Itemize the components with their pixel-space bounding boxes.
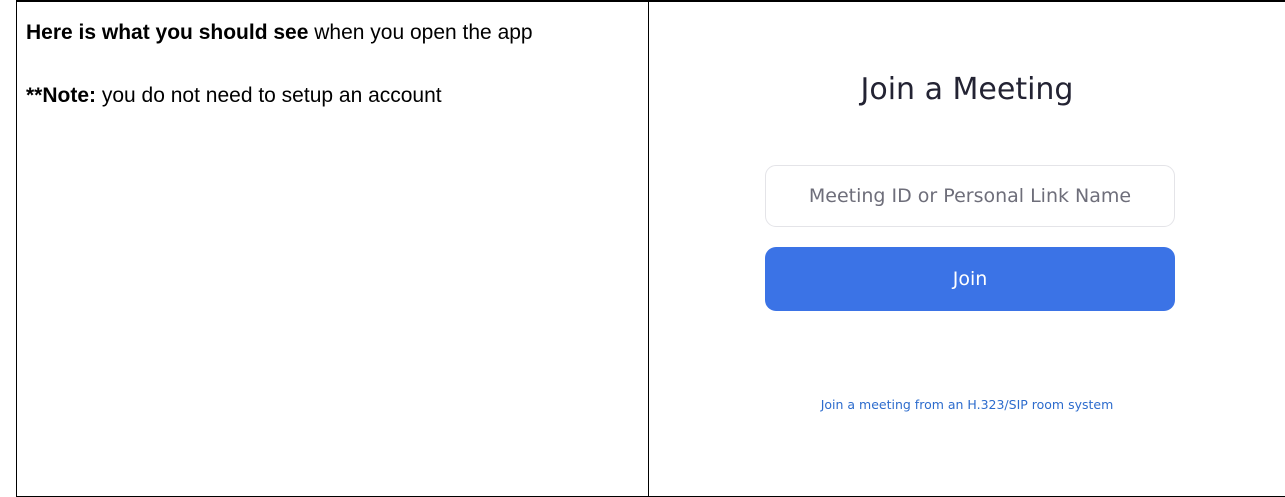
note-prefix: **: [26, 84, 43, 107]
note-paragraph: **Note: you do not need to setup an acco…: [26, 79, 640, 112]
intro-paragraph: Here is what you should see when you ope…: [26, 16, 640, 49]
sip-room-system-link[interactable]: Join a meeting from an H.323/SIP room sy…: [649, 397, 1285, 412]
app-screenshot-cell: Join a Meeting Join Join a meeting from …: [649, 2, 1285, 496]
document-table: Here is what you should see when you ope…: [16, 0, 1285, 497]
instructions-cell: Here is what you should see when you ope…: [17, 2, 649, 496]
intro-bold-text: Here is what you should see: [26, 21, 309, 44]
note-bold-text: **Note:: [26, 84, 96, 107]
meeting-id-input[interactable]: [765, 165, 1175, 227]
join-meeting-title: Join a Meeting: [860, 72, 1074, 107]
note-label: Note:: [42, 84, 97, 107]
note-text: you do not need to setup an account: [96, 84, 442, 107]
intro-text: when you open the app: [308, 21, 533, 44]
join-button[interactable]: Join: [765, 247, 1175, 311]
